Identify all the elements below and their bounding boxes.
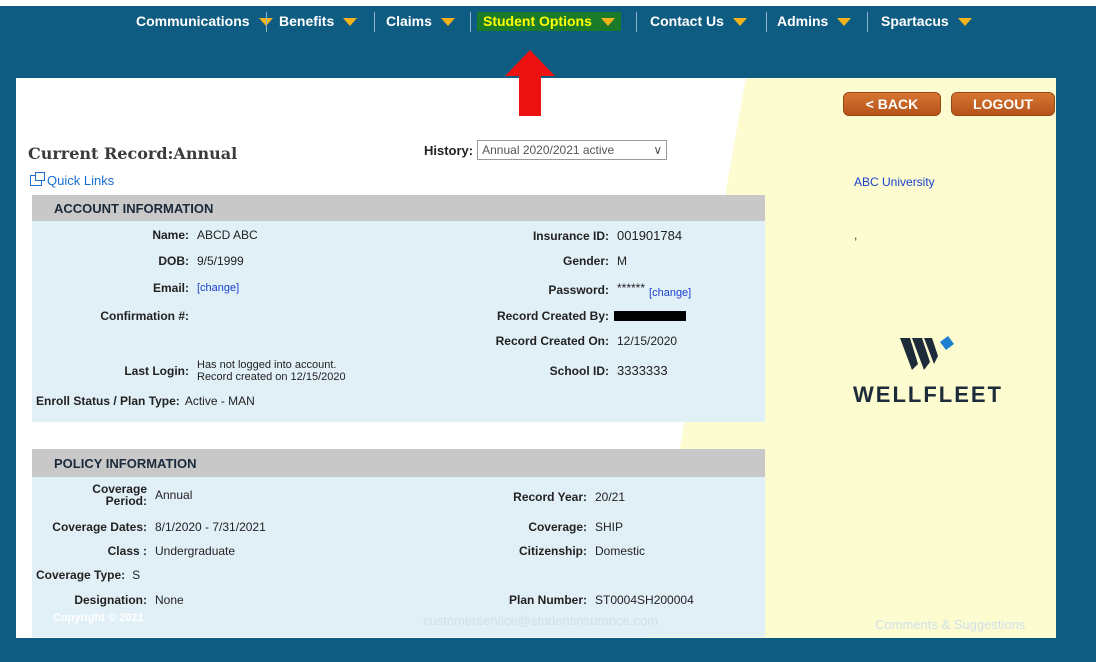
nav-label: Communications [136, 13, 250, 29]
redacted-block [614, 311, 686, 321]
caret-down-icon [343, 18, 358, 26]
password-row: Password: ****** [change] [32, 281, 691, 299]
coverage-row: Coverage: SHIP [32, 520, 623, 534]
quick-links-label: Quick Links [47, 173, 115, 188]
insurance-row: Insurance ID: 001901784 [32, 228, 682, 243]
caret-down-icon [732, 18, 747, 26]
citizenship-value: Domestic [595, 544, 646, 558]
footer-copyright: Copyright © 2021 [53, 612, 144, 624]
nav-label: Benefits [279, 13, 335, 29]
nav-separator [636, 12, 637, 32]
enroll-label: Enroll Status / Plan Type: [36, 394, 180, 408]
nav-student-options[interactable]: Student Options [477, 6, 621, 36]
nav-benefits[interactable]: Benefits [279, 6, 358, 36]
citizenship-label: Citizenship: [519, 544, 587, 558]
nav-label: Student Options [483, 12, 592, 29]
created-on-row: Record Created On: 12/15/2020 [32, 334, 677, 348]
nav-separator [766, 12, 767, 32]
caret-down-icon [837, 18, 852, 26]
university-link[interactable]: ABC University [854, 175, 935, 189]
comments-link[interactable]: Comments & Suggestions [875, 617, 1025, 632]
chevron-down-icon: ∨ [653, 143, 663, 157]
created-on-value: 12/15/2020 [617, 334, 678, 348]
school-value: 3333333 [617, 363, 668, 378]
policy-section-header: POLICY INFORMATION [32, 449, 765, 477]
nav-contact-us[interactable]: Contact Us [650, 6, 747, 36]
quick-links-link[interactable]: Quick Links [30, 172, 115, 188]
school-row: School ID: 3333333 [32, 363, 668, 378]
year-label: Record Year: [513, 490, 587, 504]
history-value: Annual 2020/2021 active [482, 143, 615, 157]
created-on-label: Record Created On: [495, 334, 609, 348]
account-section: ACCOUNT INFORMATION Name: ABCD ABC DOB: … [32, 195, 765, 422]
nav-separator [266, 12, 267, 32]
wellfleet-logo-text: WELLFLEET [853, 382, 1003, 407]
caret-down-icon [600, 17, 615, 26]
enroll-row: Enroll Status / Plan Type: Active - MAN [36, 394, 255, 408]
nav-label: Spartacus [881, 13, 949, 29]
insurance-label: Insurance ID: [532, 228, 609, 243]
plan-row: Plan Number: ST0004SH200004 [32, 593, 694, 607]
account-section-header: ACCOUNT INFORMATION [32, 195, 765, 221]
coverage-label: Coverage: [528, 520, 587, 534]
password-label: Password: [548, 283, 609, 297]
wellfleet-logo-icon [900, 336, 954, 370]
history-label: History: [424, 142, 474, 158]
nav-claims[interactable]: Claims [386, 6, 455, 36]
history-selector: History: Annual 2020/2021 active ∨ [424, 140, 668, 160]
type-value: S [132, 568, 141, 582]
plan-value: ST0004SH200004 [595, 593, 694, 607]
coverage-value: SHIP [595, 520, 624, 534]
gender-label: Gender: [562, 254, 609, 268]
footer-email: customerservice@studentinsurance.com [423, 613, 659, 628]
created-by-row: Record Created By: [32, 309, 686, 323]
school-label: School ID: [549, 363, 609, 378]
caret-down-icon [957, 18, 972, 26]
nav-label: Contact Us [650, 13, 724, 29]
type-label: Coverage Type: [36, 568, 126, 582]
nav-label: Admins [777, 13, 829, 29]
gender-value: M [617, 254, 627, 268]
top-navbar: Communications Benefits Claims Student O… [0, 6, 1096, 36]
insurance-value: 001901784 [617, 228, 683, 243]
password-change-link[interactable]: [change] [649, 287, 691, 299]
nav-admins[interactable]: Admins [777, 6, 852, 36]
caret-down-icon [440, 18, 455, 26]
nav-label: Claims [386, 13, 432, 29]
enroll-value: Active - MAN [184, 394, 255, 408]
nav-separator [374, 12, 375, 32]
nav-communications[interactable]: Communications [136, 6, 273, 36]
password-value: ****** [617, 281, 646, 295]
nav-spartacus[interactable]: Spartacus [881, 6, 972, 36]
plan-label: Plan Number: [508, 593, 587, 607]
type-row: Coverage Type: S [36, 568, 140, 582]
year-value: 20/21 [595, 490, 626, 504]
right-panel-dot: , [854, 228, 858, 242]
page-title: Current Record:Annual [28, 144, 238, 163]
year-row: Record Year: 20/21 [32, 490, 625, 504]
nav-separator [867, 12, 868, 32]
page-frame: < BACK LOGOUT Current Record:Annual Hist… [0, 36, 1096, 662]
nav-separator [470, 12, 471, 32]
created-by-label: Record Created By: [496, 309, 609, 323]
gender-row: Gender: M [32, 254, 627, 268]
policy-section: POLICY INFORMATION Coverage Period: Annu… [32, 449, 765, 637]
wellfleet-logo [898, 334, 962, 374]
red-arrow-annotation [505, 50, 555, 116]
main-content: < BACK LOGOUT Current Record:Annual Hist… [16, 78, 1056, 638]
citizenship-row: Citizenship: Domestic [32, 544, 645, 558]
right-panel: ABC University , WELLFLEET [768, 78, 1056, 638]
external-window-icon [30, 172, 45, 186]
history-select[interactable]: Annual 2020/2021 active ∨ [477, 140, 668, 160]
